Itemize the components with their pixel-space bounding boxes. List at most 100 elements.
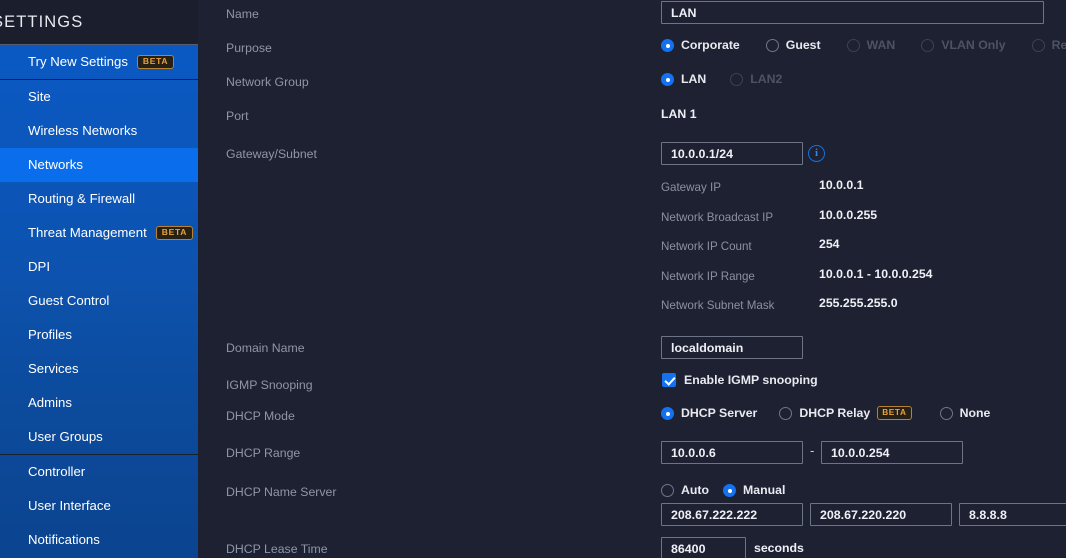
domain-name-input[interactable] xyxy=(661,336,803,359)
radio-dot-icon xyxy=(661,73,674,86)
beta-badge: BETA xyxy=(877,406,911,419)
sidebar: SETTINGS Try New SettingsBETA Site Wireles… xyxy=(0,0,198,558)
sidebar-item-label: User Groups xyxy=(28,430,103,443)
dhcp-lease-time-unit: seconds xyxy=(754,541,804,555)
network-detail-value: 10.0.0.1 - 10.0.0.254 xyxy=(819,267,933,281)
dns-server-input-3[interactable] xyxy=(959,503,1066,526)
igmp-snooping-checkbox-label: Enable IGMP snooping xyxy=(684,373,818,387)
network-group-radio-group[interactable]: LAN LAN2 xyxy=(661,72,806,86)
network-detail-label: Network Subnet Mask xyxy=(661,299,774,312)
gateway-subnet-label: Gateway/Subnet xyxy=(226,147,317,161)
sidebar-header: SETTINGS xyxy=(0,0,198,44)
settings-networks-page: SETTINGS Try New SettingsBETA Site Wireles… xyxy=(0,0,1066,558)
sidebar-item-user-interface[interactable]: User Interface xyxy=(0,489,198,523)
radio-option-label: VLAN Only xyxy=(941,38,1005,52)
dns-server-input-1[interactable] xyxy=(661,503,803,526)
radio-option-lan[interactable]: LAN xyxy=(661,72,706,86)
radio-dot-icon xyxy=(730,73,743,86)
sidebar-item-label: Site xyxy=(28,90,51,103)
radio-dot-icon xyxy=(1032,39,1045,52)
radio-option-corporate[interactable]: Corporate xyxy=(661,38,740,52)
igmp-snooping-checkbox[interactable]: Enable IGMP snooping xyxy=(662,373,818,387)
dns-server-input-2[interactable] xyxy=(810,503,952,526)
sidebar-item-networks[interactable]: Networks xyxy=(0,148,198,182)
port-label: Port xyxy=(226,109,249,123)
radio-dot-icon xyxy=(661,484,674,497)
sidebar-item-label: User Interface xyxy=(28,499,111,512)
purpose-radio-group[interactable]: Corporate Guest WAN VLAN Only Remote User VP… xyxy=(661,38,1066,52)
info-icon[interactable]: i xyxy=(808,145,825,162)
radio-dot-icon xyxy=(940,407,953,420)
radio-option-label: DHCP Server xyxy=(681,406,757,420)
radio-dot-icon xyxy=(847,39,860,52)
port-value: LAN 1 xyxy=(661,107,697,121)
radio-option-dhcp-server[interactable]: DHCP Server xyxy=(661,406,757,420)
radio-option-label: Remote User VPN xyxy=(1052,38,1066,52)
network-detail-value: 255.255.255.0 xyxy=(819,296,898,310)
dhcp-lease-time-input[interactable] xyxy=(661,537,746,558)
dhcp-mode-radio-group[interactable]: DHCP Server DHCP Relay BETA None xyxy=(661,406,1012,420)
sidebar-item-label: Routing & Firewall xyxy=(28,192,135,205)
network-detail-label: Network IP Range xyxy=(661,270,755,283)
radio-dot-icon xyxy=(779,407,792,420)
radio-option-manual[interactable]: Manual xyxy=(723,483,785,497)
domain-name-label: Domain Name xyxy=(226,341,305,355)
sidebar-item-site[interactable]: Site xyxy=(0,80,198,114)
dhcp-lease-time-label: DHCP Lease Time xyxy=(226,542,328,556)
radio-option-label: DHCP Relay xyxy=(799,406,870,420)
igmp-snooping-label: IGMP Snooping xyxy=(226,378,313,392)
radio-option-auto[interactable]: Auto xyxy=(661,483,709,497)
checkbox-box xyxy=(662,373,676,387)
sidebar-item-profiles[interactable]: Profiles xyxy=(0,318,198,352)
network-detail-label: Gateway IP xyxy=(661,181,721,194)
radio-option-wan: WAN xyxy=(847,38,896,52)
radio-option-label: LAN2 xyxy=(750,72,782,86)
sidebar-item-label: Admins xyxy=(28,396,72,409)
radio-option-dhcp-relay[interactable]: DHCP Relay BETA xyxy=(779,406,917,420)
radio-option-lan2: LAN2 xyxy=(730,72,782,86)
network-detail-label: Network IP Count xyxy=(661,240,752,253)
network-group-label: Network Group xyxy=(226,75,309,89)
sidebar-item-try-new-settings[interactable]: Try New SettingsBETA xyxy=(0,45,198,79)
gateway-subnet-input[interactable] xyxy=(661,142,803,165)
radio-dot-icon xyxy=(723,484,736,497)
sidebar-item-user-groups[interactable]: User Groups xyxy=(0,420,198,454)
radio-option-label: WAN xyxy=(867,38,896,52)
network-detail-value: 254 xyxy=(819,237,840,251)
sidebar-item-routing-firewall[interactable]: Routing & Firewall xyxy=(0,182,198,216)
sidebar-item-notifications[interactable]: Notifications xyxy=(0,523,198,557)
dhcp-range-separator: - xyxy=(810,443,814,458)
sidebar-item-services[interactable]: Services xyxy=(0,352,198,386)
sidebar-nav-list: Try New SettingsBETA Site Wireless Network… xyxy=(0,45,198,558)
network-detail-value: 10.0.0.255 xyxy=(819,208,877,222)
sidebar-item-admins[interactable]: Admins xyxy=(0,386,198,420)
dhcp-name-server-label: DHCP Name Server xyxy=(226,485,336,499)
sidebar-item-label: Wireless Networks xyxy=(28,124,137,137)
dhcp-mode-label: DHCP Mode xyxy=(226,409,295,423)
radio-dot-icon xyxy=(661,39,674,52)
radio-option-none[interactable]: None xyxy=(940,406,991,420)
sidebar-item-guest-control[interactable]: Guest Control xyxy=(0,284,198,318)
sidebar-item-label: Profiles xyxy=(28,328,72,341)
radio-option-label: Auto xyxy=(681,483,709,497)
purpose-label: Purpose xyxy=(226,41,272,55)
radio-option-label: Guest xyxy=(786,38,821,52)
sidebar-item-wireless-networks[interactable]: Wireless Networks xyxy=(0,114,198,148)
dhcp-range-start-input[interactable] xyxy=(661,441,803,464)
radio-dot-icon xyxy=(766,39,779,52)
sidebar-item-controller[interactable]: Controller xyxy=(0,455,198,489)
radio-option-label: None xyxy=(960,406,991,420)
dhcp-range-label: DHCP Range xyxy=(226,446,300,460)
radio-option-guest[interactable]: Guest xyxy=(766,38,821,52)
sidebar-item-dpi[interactable]: DPI xyxy=(0,250,198,284)
sidebar-item-threat-management[interactable]: Threat ManagementBETA xyxy=(0,216,198,250)
network-detail-value: 10.0.0.1 xyxy=(819,178,863,192)
dhcp-name-server-radio-group[interactable]: Auto Manual xyxy=(661,483,799,497)
name-label: Name xyxy=(226,7,259,21)
sidebar-item-label: Controller xyxy=(28,465,85,478)
radio-option-label: Corporate xyxy=(681,38,740,52)
dhcp-range-end-input[interactable] xyxy=(821,441,963,464)
name-input[interactable] xyxy=(661,1,1044,24)
beta-badge: BETA xyxy=(156,226,193,241)
radio-option-label: LAN xyxy=(681,72,706,86)
